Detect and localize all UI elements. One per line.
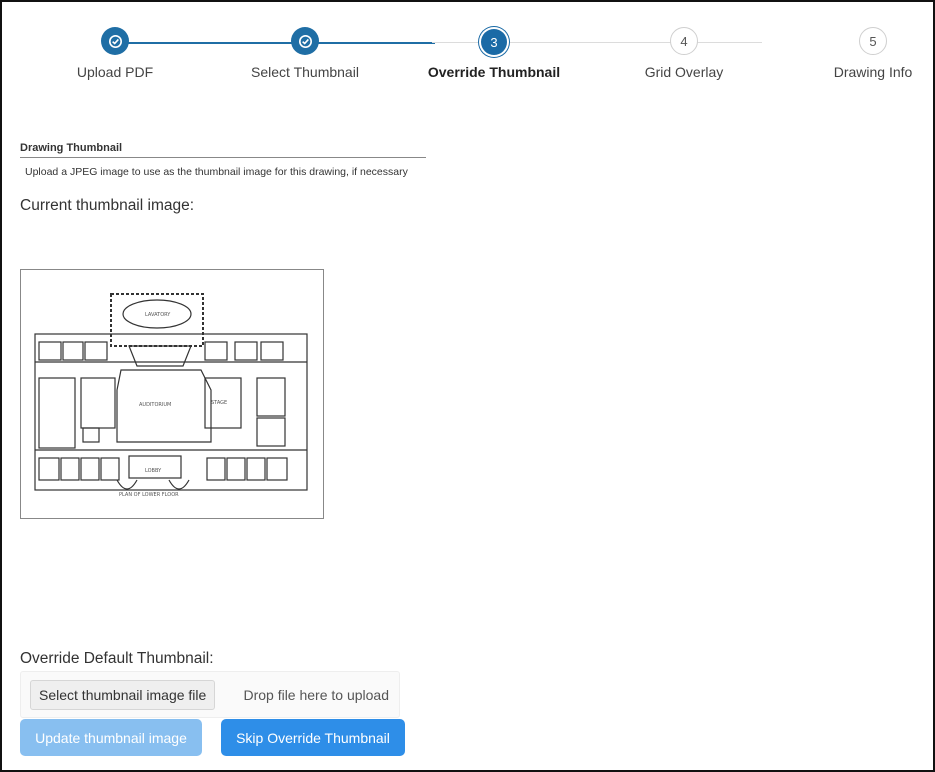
room-label: STAGE <box>211 400 227 406</box>
stepper-track-completed <box>115 42 435 44</box>
step-2-circle <box>291 27 319 55</box>
step-4-circle: 4 <box>670 27 698 55</box>
current-thumbnail-label: Current thumbnail image: <box>20 197 195 214</box>
select-thumbnail-file-button[interactable]: Select thumbnail image file <box>30 680 216 710</box>
step-1-circle <box>101 27 129 55</box>
drop-file-hint: Drop file here to upload <box>243 687 389 703</box>
plan-caption: PLAN OF LOWER FLOOR <box>119 492 179 498</box>
step-3-circle: 3 <box>481 29 507 55</box>
step-label: Grid Overlay <box>644 64 724 80</box>
section-description: Upload a JPEG image to use as the thumbn… <box>25 166 408 178</box>
step-label: Select Thumbnail <box>251 64 359 80</box>
step-5-circle: 5 <box>859 27 887 55</box>
floor-plan-drawing: LAVATORY AUDITORIUM LOBBY STAGE PLAN OF … <box>34 293 308 498</box>
update-thumbnail-button[interactable]: Update thumbnail image <box>20 719 202 756</box>
step-label: Drawing Info <box>833 64 913 80</box>
room-label: LAVATORY <box>145 312 171 318</box>
current-thumbnail-image: LAVATORY AUDITORIUM LOBBY STAGE PLAN OF … <box>20 269 324 519</box>
section-title: Drawing Thumbnail <box>20 142 426 158</box>
step-label: Upload PDF <box>76 64 154 80</box>
skip-override-thumbnail-button[interactable]: Skip Override Thumbnail <box>221 719 405 756</box>
check-icon <box>108 34 122 48</box>
file-drop-zone[interactable]: Select thumbnail image file Drop file he… <box>20 671 400 718</box>
check-icon <box>298 34 312 48</box>
step-label: Override Thumbnail <box>427 64 561 80</box>
override-thumbnail-label: Override Default Thumbnail: <box>20 650 214 667</box>
room-label: LOBBY <box>145 468 162 474</box>
room-label: AUDITORIUM <box>139 402 171 408</box>
progress-stepper: Upload PDF Select Thumbnail 3 Override T… <box>2 2 935 102</box>
wizard-window: Upload PDF Select Thumbnail 3 Override T… <box>0 0 935 772</box>
